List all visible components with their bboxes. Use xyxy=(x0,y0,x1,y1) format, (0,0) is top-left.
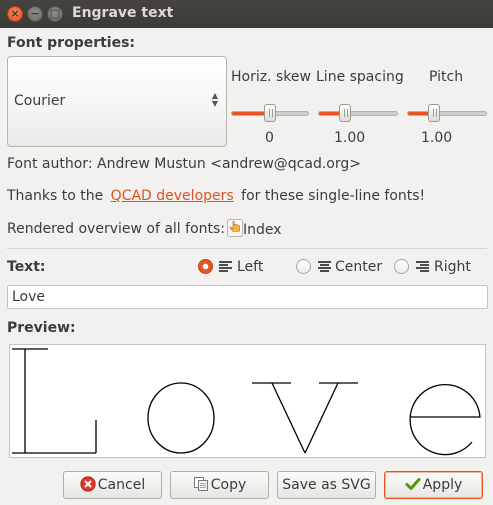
preview-canvas xyxy=(9,344,486,458)
line-spacing-label: Line spacing xyxy=(316,69,404,85)
pitch-slider[interactable] xyxy=(407,104,487,122)
maximize-icon: □ xyxy=(49,7,61,20)
close-icon: × xyxy=(10,7,20,20)
pitch-slider-handle[interactable] xyxy=(428,104,440,122)
copy-button[interactable]: Copy xyxy=(170,471,269,499)
align-left-label[interactable]: Left xyxy=(237,259,263,275)
text-heading: Text: xyxy=(7,259,46,275)
cancel-label: Cancel xyxy=(97,477,146,493)
line-spacing-slider[interactable] xyxy=(318,104,398,122)
index-label: Index xyxy=(243,222,282,238)
overview-label: Rendered overview of all fonts: xyxy=(7,221,226,237)
text-input[interactable]: Love xyxy=(7,285,488,309)
skew-slider[interactable] xyxy=(231,104,309,122)
thanks-line: Thanks to the QCAD developers for these … xyxy=(7,188,425,204)
save-as-svg-label: Save as SVG xyxy=(282,477,371,493)
font-author-text: Font author: Andrew Mustun <andrew@qcad.… xyxy=(7,156,361,172)
align-center-icon xyxy=(318,261,331,272)
align-left-radio[interactable] xyxy=(198,259,213,274)
copy-icon xyxy=(193,477,208,491)
thanks-suffix: for these single-line fonts! xyxy=(241,188,426,204)
minimize-window-button[interactable]: − xyxy=(27,6,43,22)
updown-arrows-icon: ▲ ▼ xyxy=(211,91,218,108)
align-left-icon xyxy=(219,261,232,272)
align-right-label[interactable]: Right xyxy=(434,259,471,275)
thanks-prefix: Thanks to the xyxy=(7,188,104,204)
align-center-radio[interactable] xyxy=(296,259,311,274)
window-title: Engrave text xyxy=(72,5,174,21)
index-button[interactable]: Index xyxy=(227,219,282,241)
maximize-window-button[interactable]: □ xyxy=(47,6,63,22)
close-window-button[interactable]: × xyxy=(7,6,23,22)
apply-button[interactable]: Apply xyxy=(384,471,483,499)
hand-pointer-icon xyxy=(227,219,243,237)
font-select[interactable]: Courier ▲ ▼ xyxy=(7,56,227,147)
copy-label: Copy xyxy=(210,477,247,493)
cancel-icon xyxy=(80,476,96,492)
preview-engraving xyxy=(12,348,481,456)
line-spacing-slider-handle[interactable] xyxy=(339,104,351,122)
qcad-developers-link[interactable]: QCAD developers xyxy=(111,188,234,204)
align-center-label[interactable]: Center xyxy=(335,259,382,275)
skew-label: Horiz. skew xyxy=(231,69,311,85)
align-right-radio[interactable] xyxy=(394,259,409,274)
apply-label: Apply xyxy=(422,477,463,493)
font-select-value: Courier xyxy=(14,93,66,109)
pitch-value: 1.00 xyxy=(421,130,453,146)
skew-value: 0 xyxy=(265,130,274,146)
skew-slider-handle[interactable] xyxy=(264,104,276,122)
pitch-label: Pitch xyxy=(429,69,464,85)
checkmark-icon xyxy=(405,478,421,490)
save-as-svg-button[interactable]: Save as SVG xyxy=(277,471,376,499)
cancel-button[interactable]: Cancel xyxy=(63,471,162,499)
preview-heading: Preview: xyxy=(7,320,76,336)
separator xyxy=(7,248,487,249)
line-spacing-value: 1.00 xyxy=(334,130,366,146)
minimize-icon: − xyxy=(30,7,40,20)
title-bar: × − □ Engrave text xyxy=(0,0,493,28)
font-properties-heading: Font properties: xyxy=(7,35,136,51)
align-right-icon xyxy=(416,261,429,272)
